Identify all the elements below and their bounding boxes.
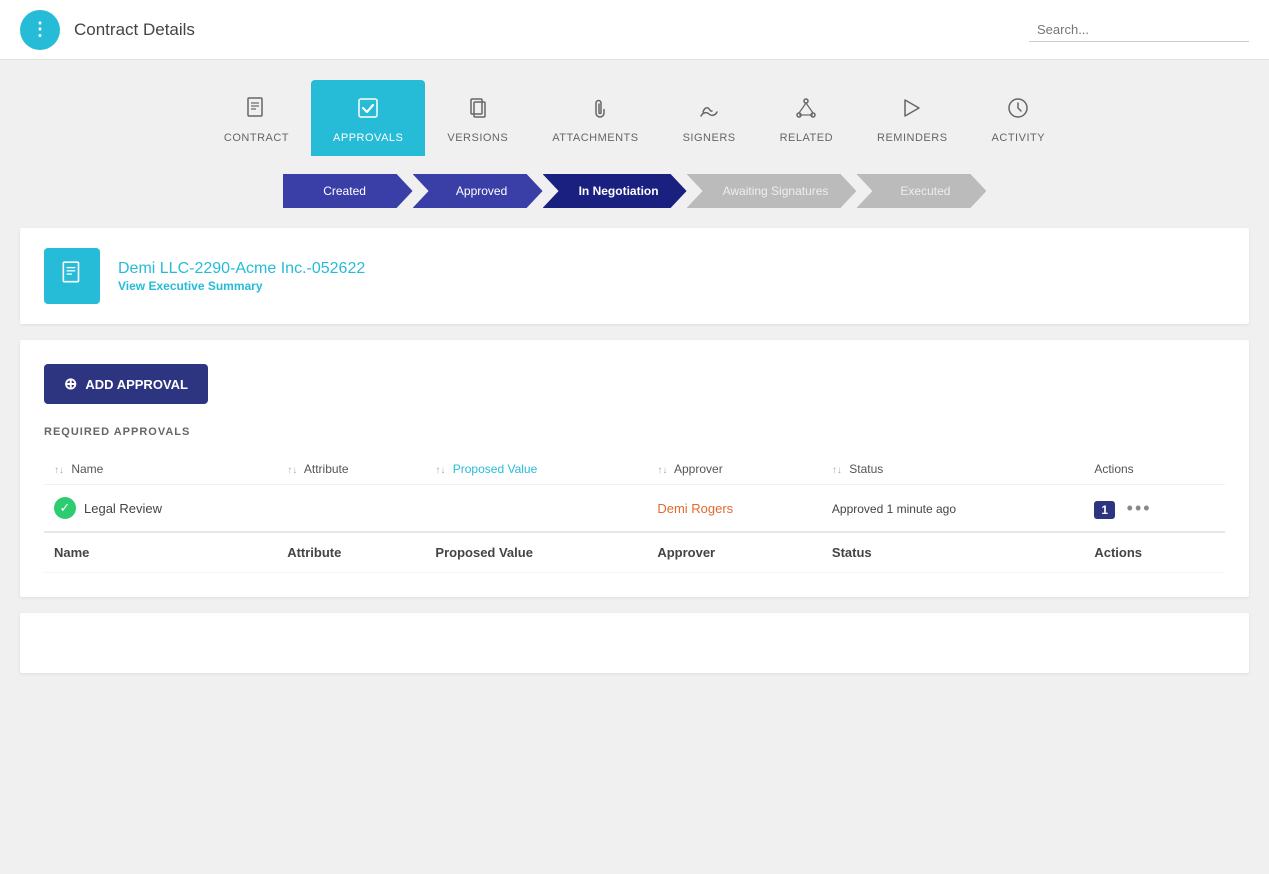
sub-col-proposed: Proposed Value <box>425 532 647 573</box>
row-name-cell: ✓ Legal Review <box>44 485 277 533</box>
row-status-cell: Approved 1 minute ago <box>822 485 1084 533</box>
col-actions-label: Actions <box>1094 462 1133 476</box>
col-name-label: Name <box>71 462 103 476</box>
sort-status-icon: ↑↓ <box>832 465 842 476</box>
tab-signers[interactable]: SIGNERS <box>661 80 758 156</box>
col-approver[interactable]: ↑↓ Approver <box>647 454 822 485</box>
plus-icon: ⊕ <box>64 374 77 394</box>
tab-attachments[interactable]: ATTACHMENTS <box>530 80 660 156</box>
row-status: Approved 1 minute ago <box>832 502 956 516</box>
row-approver-cell: Demi Rogers <box>647 485 822 533</box>
row-actions-cell: 1 ••• <box>1084 485 1225 533</box>
col-status-label: Status <box>849 462 883 476</box>
contract-info: Demi LLC-2290-Acme Inc.-052622 View Exec… <box>118 260 365 293</box>
contract-card: Demi LLC-2290-Acme Inc.-052622 View Exec… <box>20 228 1249 324</box>
step-approved-label: Approved <box>413 174 543 208</box>
step-negotiation-label: In Negotiation <box>543 174 687 208</box>
step-created-label: Created <box>283 174 413 208</box>
col-name[interactable]: ↑↓ Name <box>44 454 277 485</box>
sub-col-status: Status <box>822 532 1084 573</box>
signers-icon <box>697 96 721 126</box>
activity-icon <box>1006 96 1030 126</box>
logo-icon: ⋮ <box>31 19 49 40</box>
step-awaiting-label: Awaiting Signatures <box>687 174 857 208</box>
approvals-section: ⊕ ADD APPROVAL REQUIRED APPROVALS ↑↓ Nam… <box>20 340 1249 597</box>
header: ⋮ Contract Details <box>0 0 1269 60</box>
tab-reminders[interactable]: REMINDERS <box>855 80 970 156</box>
reminders-icon <box>900 96 924 126</box>
more-actions-button[interactable]: ••• <box>1127 498 1152 519</box>
tab-approvals-label: APPROVALS <box>333 132 403 144</box>
attachments-icon <box>583 96 607 126</box>
tab-reminders-label: REMINDERS <box>877 132 948 144</box>
progress-bar: Created Approved In Negotiation Awaiting… <box>0 156 1269 228</box>
row-attribute-cell <box>277 485 425 533</box>
contract-name[interactable]: Demi LLC-2290-Acme Inc.-052622 <box>118 260 365 278</box>
step-executed-label: Executed <box>856 174 986 208</box>
tab-attachments-label: ATTACHMENTS <box>552 132 638 144</box>
versions-icon <box>466 96 490 126</box>
tab-activity-label: ACTIVITY <box>992 132 1046 144</box>
step-awaiting: Awaiting Signatures <box>687 174 857 208</box>
sub-col-attribute: Attribute <box>277 532 425 573</box>
sort-name-icon: ↑↓ <box>54 465 64 476</box>
approvals-table: ↑↓ Name ↑↓ Attribute ↑↓ Proposed Value ↑… <box>44 454 1225 573</box>
sub-header-row: Name Attribute Proposed Value Approver S… <box>44 532 1225 573</box>
tab-signers-label: SIGNERS <box>683 132 736 144</box>
step-created: Created <box>283 174 413 208</box>
tab-approvals[interactable]: APPROVALS <box>311 80 425 156</box>
step-approved: Approved <box>413 174 543 208</box>
approved-check-icon: ✓ <box>54 497 76 519</box>
tab-versions[interactable]: VERSIONS <box>425 80 530 156</box>
step-negotiation: In Negotiation <box>543 174 687 208</box>
col-approver-label: Approver <box>674 462 723 476</box>
tab-related-label: RELATED <box>780 132 833 144</box>
col-attribute-label: Attribute <box>304 462 349 476</box>
table-header-row: ↑↓ Name ↑↓ Attribute ↑↓ Proposed Value ↑… <box>44 454 1225 485</box>
contract-icon-box <box>44 248 100 304</box>
row-name: Legal Review <box>84 501 162 516</box>
sort-approver-icon: ↑↓ <box>657 465 667 476</box>
add-approval-label: ADD APPROVAL <box>85 377 188 392</box>
row-proposed-cell <box>425 485 647 533</box>
table-row: ✓ Legal Review Demi Rogers Approved <box>44 485 1225 533</box>
contract-icon <box>244 96 268 126</box>
tab-activity[interactable]: ACTIVITY <box>970 80 1068 156</box>
view-executive-summary-link[interactable]: View Executive Summary <box>118 279 263 293</box>
sort-attr-icon: ↑↓ <box>287 465 297 476</box>
tab-related[interactable]: RELATED <box>758 80 855 156</box>
tab-contract[interactable]: CONTRACT <box>202 80 311 156</box>
col-proposed-label: Proposed Value <box>453 462 538 476</box>
sub-col-actions: Actions <box>1084 532 1225 573</box>
col-proposed-value[interactable]: ↑↓ Proposed Value <box>425 454 647 485</box>
sub-col-name: Name <box>44 532 277 573</box>
contract-doc-icon <box>59 260 85 292</box>
col-status[interactable]: ↑↓ Status <box>822 454 1084 485</box>
bottom-card <box>20 613 1249 673</box>
step-executed: Executed <box>856 174 986 208</box>
sub-col-approver: Approver <box>647 532 822 573</box>
search-input[interactable] <box>1029 18 1249 42</box>
col-attribute[interactable]: ↑↓ Attribute <box>277 454 425 485</box>
approvals-icon <box>356 96 380 126</box>
required-approvals-title: REQUIRED APPROVALS <box>44 426 1225 438</box>
app-logo[interactable]: ⋮ <box>20 10 60 50</box>
tab-contract-label: CONTRACT <box>224 132 289 144</box>
main-content: Demi LLC-2290-Acme Inc.-052622 View Exec… <box>0 228 1269 693</box>
add-approval-button[interactable]: ⊕ ADD APPROVAL <box>44 364 208 404</box>
related-icon <box>794 96 818 126</box>
col-actions: Actions <box>1084 454 1225 485</box>
row-approver[interactable]: Demi Rogers <box>657 501 733 516</box>
page-title: Contract Details <box>74 20 195 40</box>
sort-proposed-icon: ↑↓ <box>435 465 445 476</box>
badge-count[interactable]: 1 <box>1094 501 1115 519</box>
tab-versions-label: VERSIONS <box>447 132 508 144</box>
tab-bar: CONTRACT APPROVALS VERSIONS ATTACHMENTS <box>0 60 1269 156</box>
